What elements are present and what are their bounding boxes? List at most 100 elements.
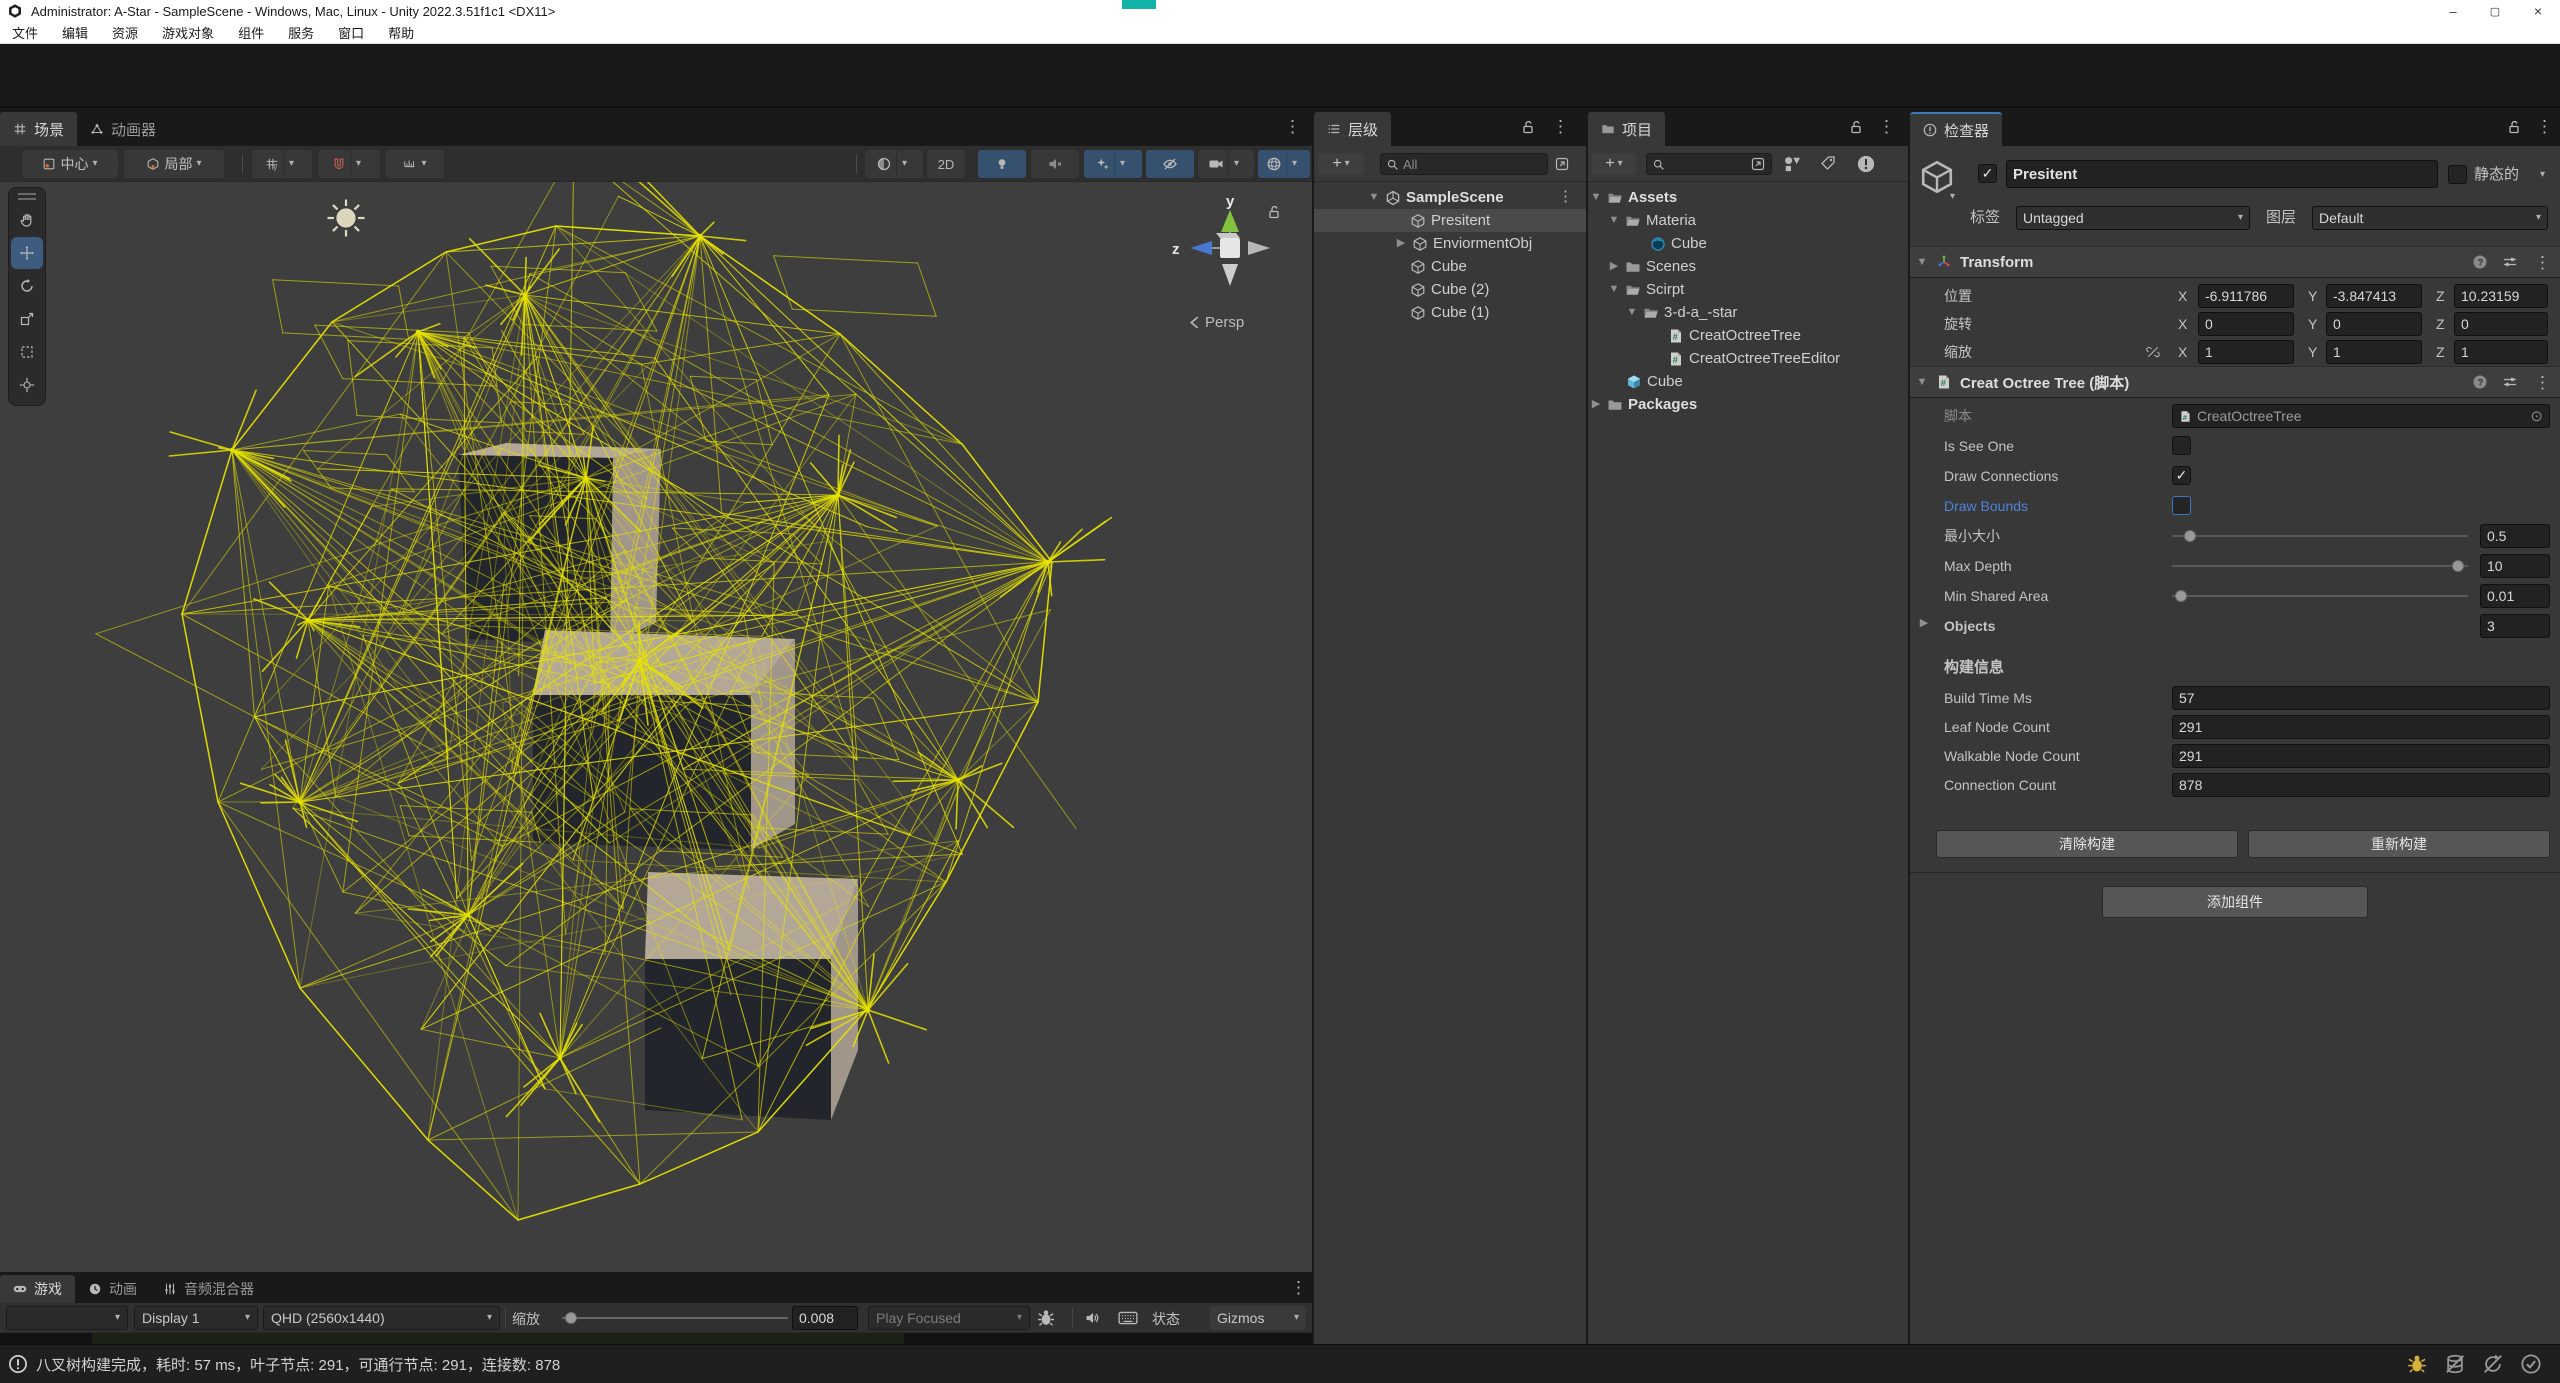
min-size-knob[interactable] xyxy=(2184,530,2196,542)
expand-icon[interactable]: ▶ xyxy=(1395,238,1407,249)
expand-icon[interactable]: ▶ xyxy=(1608,261,1620,272)
add-component-button[interactable]: 添加组件 xyxy=(2102,886,2368,918)
project-item-creatoctreetree[interactable]: # CreatOctreeTree xyxy=(1668,324,1801,347)
object-picker-icon[interactable]: ⊙ xyxy=(2530,407,2543,425)
project-item-3-d-a-star[interactable]: ▼ 3-d-a_-star xyxy=(1626,301,1737,324)
active-checkbox[interactable]: ✓ xyxy=(1978,164,1997,183)
move-tool-button[interactable] xyxy=(11,237,43,269)
collapse-icon[interactable]: ▼ xyxy=(1368,192,1380,203)
scene-viewport[interactable]: y z Persp xyxy=(0,182,1312,1272)
position-z-field[interactable]: 10.23159 xyxy=(2454,284,2548,308)
scene-menu-kebab-icon[interactable]: ⋮ xyxy=(1284,118,1301,135)
status-message[interactable]: 八叉树构建完成，耗时: 57 ms，叶子节点: 291，可通行节点: 291，连… xyxy=(36,1354,560,1375)
asset-filter-icon[interactable] xyxy=(1782,154,1802,174)
collapse-icon[interactable]: ▼ xyxy=(1608,284,1620,295)
max-depth-knob[interactable] xyxy=(2452,560,2464,572)
collapse-icon[interactable]: ▼ xyxy=(1916,377,1928,388)
menu-component[interactable]: 组件 xyxy=(226,22,276,44)
preset-icon[interactable] xyxy=(2502,254,2518,270)
project-item-creatoctreetreeeditor[interactable]: # CreatOctreeTreeEditor xyxy=(1668,347,1840,370)
menu-edit[interactable]: 编辑 xyxy=(50,22,100,44)
rotate-tool-button[interactable] xyxy=(11,270,43,302)
collapse-icon[interactable]: ▼ xyxy=(1608,215,1620,226)
hierarchy-search-input[interactable]: All xyxy=(1380,153,1548,175)
max-depth-field[interactable]: 10 xyxy=(2480,554,2550,578)
min-size-slider[interactable] xyxy=(2172,535,2468,537)
panel-divider[interactable] xyxy=(1586,108,1588,1344)
game-menu-kebab-icon[interactable]: ⋮ xyxy=(1290,1279,1307,1296)
tab-project[interactable]: 项目 xyxy=(1588,112,1665,146)
minimize-button[interactable]: – xyxy=(2432,0,2474,22)
walkable-node-count-field[interactable]: 291 xyxy=(2172,744,2550,768)
collapse-icon[interactable]: ▼ xyxy=(1626,307,1638,318)
resolution-dropdown[interactable]: QHD (2560x1440) ▾ xyxy=(263,1306,500,1330)
leaf-node-count-field[interactable]: 291 xyxy=(2172,715,2550,739)
zoom-slider[interactable] xyxy=(562,1317,788,1319)
scale-x-field[interactable]: 1 xyxy=(2198,340,2294,364)
transform-header[interactable]: ▼ Transform ? ⋮ xyxy=(1910,246,2560,278)
build-time-field[interactable]: 57 xyxy=(2172,686,2550,710)
hierarchy-item-cube-2[interactable]: Cube (2) xyxy=(1410,278,1489,301)
zoom-value-field[interactable]: 0.008 xyxy=(792,1306,858,1330)
axis-gizmo[interactable]: y z Persp xyxy=(1160,196,1300,346)
rect-tool-button[interactable] xyxy=(11,336,43,368)
shading-mode-dropdown[interactable]: ▾ xyxy=(865,150,923,178)
help-icon[interactable]: ? xyxy=(2472,254,2488,270)
maximize-button[interactable]: ▢ xyxy=(2474,0,2516,22)
play-focused-dropdown[interactable]: Play Focused ▾ xyxy=(868,1306,1030,1330)
gizmos-visibility-dropdown[interactable]: ▾ xyxy=(1258,150,1310,178)
hierarchy-item-cube[interactable]: Cube xyxy=(1410,255,1467,278)
tab-hierarchy[interactable]: 层级 xyxy=(1314,112,1391,146)
debug-bug-icon[interactable] xyxy=(1036,1308,1056,1328)
menu-window[interactable]: 窗口 xyxy=(326,22,376,44)
scale-tool-button[interactable] xyxy=(11,303,43,335)
is-see-one-checkbox[interactable] xyxy=(2172,436,2191,455)
component-kebab-icon[interactable]: ⋮ xyxy=(2534,254,2551,271)
close-button[interactable]: × xyxy=(2516,0,2560,22)
label-tag-icon[interactable] xyxy=(1820,155,1836,171)
position-x-field[interactable]: -6.911786 xyxy=(2198,284,2294,308)
min-shared-knob[interactable] xyxy=(2175,590,2187,602)
project-item-cube-prefab[interactable]: Cube xyxy=(1626,370,1683,393)
menu-gameobject[interactable]: 游戏对象 xyxy=(150,22,226,44)
search-scope-icon[interactable] xyxy=(1554,156,1570,172)
lock-open-icon[interactable] xyxy=(1520,119,1536,135)
preset-icon[interactable] xyxy=(2502,374,2518,390)
tab-inspector[interactable]: 检查器 xyxy=(1910,112,2002,146)
lock-open-icon[interactable] xyxy=(1848,119,1864,135)
measure-tool-dropdown[interactable]: ▾ xyxy=(386,150,444,178)
script-object-field[interactable]: # CreatOctreeTree ⊙ xyxy=(2172,404,2550,428)
tab-scene[interactable]: 场景 xyxy=(0,112,77,146)
camera-settings-dropdown[interactable]: ▾ xyxy=(1198,150,1254,178)
project-kebab-icon[interactable]: ⋮ xyxy=(1878,118,1895,135)
project-item-scenes[interactable]: ▶ Scenes xyxy=(1608,255,1696,278)
hierarchy-kebab-icon[interactable]: ⋮ xyxy=(1552,118,1569,135)
panel-divider[interactable] xyxy=(1312,108,1314,1344)
project-item-packages[interactable]: ▶ Packages xyxy=(1590,393,1697,416)
gameobject-name-field[interactable]: Presitent xyxy=(2006,160,2438,188)
connection-count-field[interactable]: 878 xyxy=(2172,773,2550,797)
tab-animator[interactable]: 动画器 xyxy=(77,112,169,146)
scale-y-field[interactable]: 1 xyxy=(2326,340,2422,364)
project-item-cube-material[interactable]: Cube xyxy=(1650,232,1707,255)
project-item-scirpt[interactable]: ▼ Scirpt xyxy=(1608,278,1684,301)
ok-status-icon[interactable] xyxy=(2520,1353,2542,1375)
stats-toggle[interactable]: 状态 xyxy=(1152,1309,1180,1329)
aspect-dropdown[interactable]: ▾ xyxy=(6,1306,128,1330)
orientation-dropdown[interactable]: 局部 ▾ xyxy=(124,150,224,178)
expand-icon[interactable]: ▶ xyxy=(1918,618,1930,629)
rotation-y-field[interactable]: 0 xyxy=(2326,312,2422,336)
tag-dropdown[interactable]: Untagged ▾ xyxy=(2016,206,2250,230)
tab-game[interactable]: 游戏 xyxy=(0,1275,75,1303)
min-size-field[interactable]: 0.5 xyxy=(2480,524,2550,548)
clear-build-button[interactable]: 清除构建 xyxy=(1936,830,2238,858)
debugger-bug-icon[interactable] xyxy=(2406,1353,2428,1375)
min-shared-field[interactable]: 0.01 xyxy=(2480,584,2550,608)
scene-row-kebab-icon[interactable]: ⋮ xyxy=(1558,189,1573,204)
hierarchy-item-enviormentobj[interactable]: ▶ EnviormentObj xyxy=(1395,232,1532,255)
menu-services[interactable]: 服务 xyxy=(276,22,326,44)
position-y-field[interactable]: -3.847413 xyxy=(2326,284,2422,308)
inspector-kebab-icon[interactable]: ⋮ xyxy=(2536,118,2553,135)
hidden-packages-icon[interactable] xyxy=(1856,154,1876,174)
hidden-objects-toggle[interactable] xyxy=(1146,150,1194,178)
